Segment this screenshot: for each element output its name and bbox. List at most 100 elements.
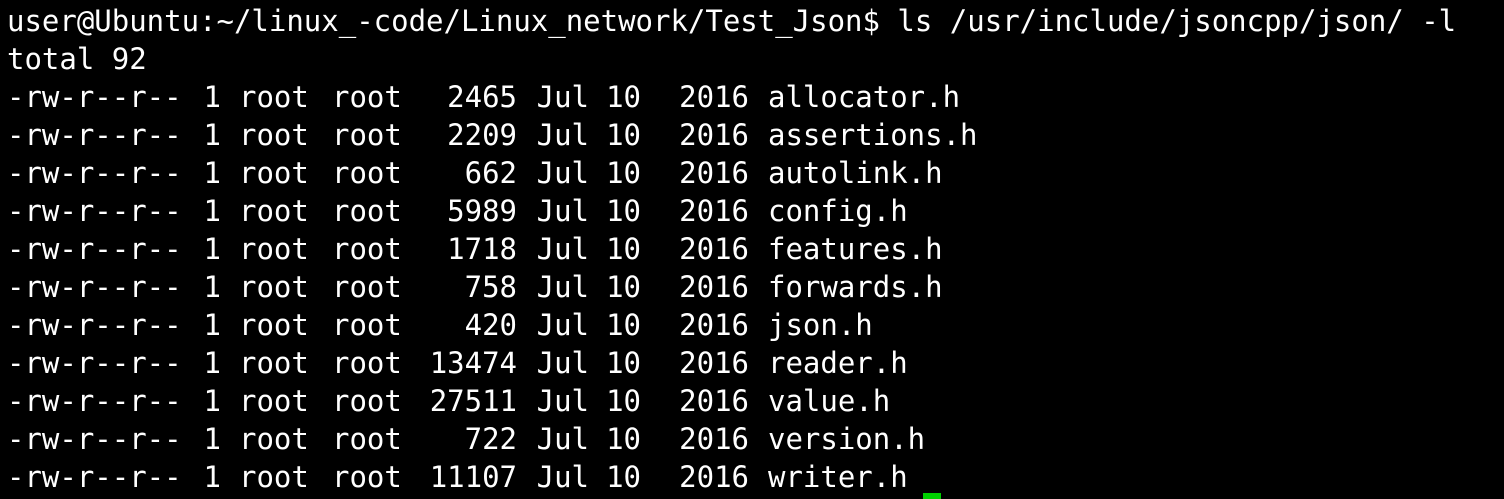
link-count: 1 — [203, 80, 221, 114]
file-name: forwards.h — [768, 270, 943, 304]
listing-row: -rw-r--r-- 1 root root 27511 Jul 10 2016… — [7, 382, 1504, 420]
command-text: user@Ubuntu:~/linux_-code/Linux_network/… — [7, 4, 1457, 38]
month: Jul — [536, 194, 589, 228]
day: 10 — [606, 384, 641, 418]
month: Jul — [536, 80, 589, 114]
day: 10 — [606, 118, 641, 152]
month: Jul — [536, 118, 589, 152]
listing-row: -rw-r--r-- 1 root root 2465 Jul 10 2016 … — [7, 78, 1504, 116]
file-size: 13474 — [429, 346, 517, 380]
link-count: 1 — [203, 118, 221, 152]
owner: root — [239, 308, 309, 342]
terminal-window[interactable]: user@Ubuntu:~/linux_-code/Linux_network/… — [0, 0, 1504, 499]
total-line: total 92 — [7, 40, 1504, 78]
file-name: autolink.h — [768, 156, 943, 190]
owner: root — [239, 270, 309, 304]
link-count: 1 — [203, 270, 221, 304]
file-name: version.h — [768, 422, 926, 456]
year: 2016 — [679, 384, 749, 418]
file-size: 2465 — [447, 80, 517, 114]
link-count: 1 — [203, 232, 221, 266]
command-line: user@Ubuntu:~/linux_-code/Linux_network/… — [7, 2, 1504, 40]
terminal-cursor — [923, 493, 941, 499]
link-count: 1 — [203, 308, 221, 342]
file-size: 27511 — [429, 384, 517, 418]
permissions: -rw-r--r-- — [7, 384, 182, 418]
day: 10 — [606, 460, 641, 494]
listing-row: -rw-r--r-- 1 root root 5989 Jul 10 2016 … — [7, 192, 1504, 230]
permissions: -rw-r--r-- — [7, 118, 182, 152]
group: root — [332, 422, 402, 456]
group: root — [332, 156, 402, 190]
day: 10 — [606, 156, 641, 190]
file-size: 2209 — [447, 118, 517, 152]
file-size: 5989 — [447, 194, 517, 228]
permissions: -rw-r--r-- — [7, 308, 182, 342]
owner: root — [239, 346, 309, 380]
year: 2016 — [679, 422, 749, 456]
file-name: allocator.h — [768, 80, 961, 114]
month: Jul — [536, 232, 589, 266]
owner: root — [239, 384, 309, 418]
total-text: total 92 — [7, 42, 147, 76]
listing-row: -rw-r--r-- 1 root root 722 Jul 10 2016 v… — [7, 420, 1504, 458]
year: 2016 — [679, 346, 749, 380]
file-name: reader.h — [768, 346, 908, 380]
permissions: -rw-r--r-- — [7, 422, 182, 456]
file-size: 722 — [464, 422, 517, 456]
file-size: 11107 — [429, 460, 517, 494]
listing-row: -rw-r--r-- 1 root root 1718 Jul 10 2016 … — [7, 230, 1504, 268]
listing-row: -rw-r--r-- 1 root root 11107 Jul 10 2016… — [7, 458, 1504, 496]
file-name: assertions.h — [768, 118, 978, 152]
group: root — [332, 346, 402, 380]
file-listing: -rw-r--r-- 1 root root 2465 Jul 10 2016 … — [7, 78, 1504, 496]
month: Jul — [536, 384, 589, 418]
file-name: features.h — [768, 232, 943, 266]
year: 2016 — [679, 308, 749, 342]
permissions: -rw-r--r-- — [7, 80, 182, 114]
permissions: -rw-r--r-- — [7, 270, 182, 304]
file-name: json.h — [768, 308, 873, 342]
file-size: 758 — [464, 270, 517, 304]
group: root — [332, 384, 402, 418]
day: 10 — [606, 194, 641, 228]
group: root — [332, 194, 402, 228]
file-size: 662 — [464, 156, 517, 190]
year: 2016 — [679, 232, 749, 266]
month: Jul — [536, 460, 589, 494]
month: Jul — [536, 346, 589, 380]
permissions: -rw-r--r-- — [7, 156, 182, 190]
link-count: 1 — [203, 156, 221, 190]
day: 10 — [606, 422, 641, 456]
month: Jul — [536, 270, 589, 304]
owner: root — [239, 194, 309, 228]
owner: root — [239, 118, 309, 152]
year: 2016 — [679, 270, 749, 304]
file-name: value.h — [768, 384, 891, 418]
listing-row: -rw-r--r-- 1 root root 758 Jul 10 2016 f… — [7, 268, 1504, 306]
link-count: 1 — [203, 384, 221, 418]
file-name: writer.h — [768, 460, 908, 494]
listing-row: -rw-r--r-- 1 root root 13474 Jul 10 2016… — [7, 344, 1504, 382]
link-count: 1 — [203, 194, 221, 228]
file-name: config.h — [768, 194, 908, 228]
listing-row: -rw-r--r-- 1 root root 2209 Jul 10 2016 … — [7, 116, 1504, 154]
day: 10 — [606, 270, 641, 304]
owner: root — [239, 460, 309, 494]
month: Jul — [536, 422, 589, 456]
day: 10 — [606, 308, 641, 342]
permissions: -rw-r--r-- — [7, 194, 182, 228]
year: 2016 — [679, 194, 749, 228]
file-size: 1718 — [447, 232, 517, 266]
day: 10 — [606, 232, 641, 266]
owner: root — [239, 422, 309, 456]
owner: root — [239, 156, 309, 190]
link-count: 1 — [203, 346, 221, 380]
group: root — [332, 308, 402, 342]
year: 2016 — [679, 156, 749, 190]
listing-row: -rw-r--r-- 1 root root 420 Jul 10 2016 j… — [7, 306, 1504, 344]
year: 2016 — [679, 80, 749, 114]
permissions: -rw-r--r-- — [7, 346, 182, 380]
year: 2016 — [679, 460, 749, 494]
file-size: 420 — [464, 308, 517, 342]
